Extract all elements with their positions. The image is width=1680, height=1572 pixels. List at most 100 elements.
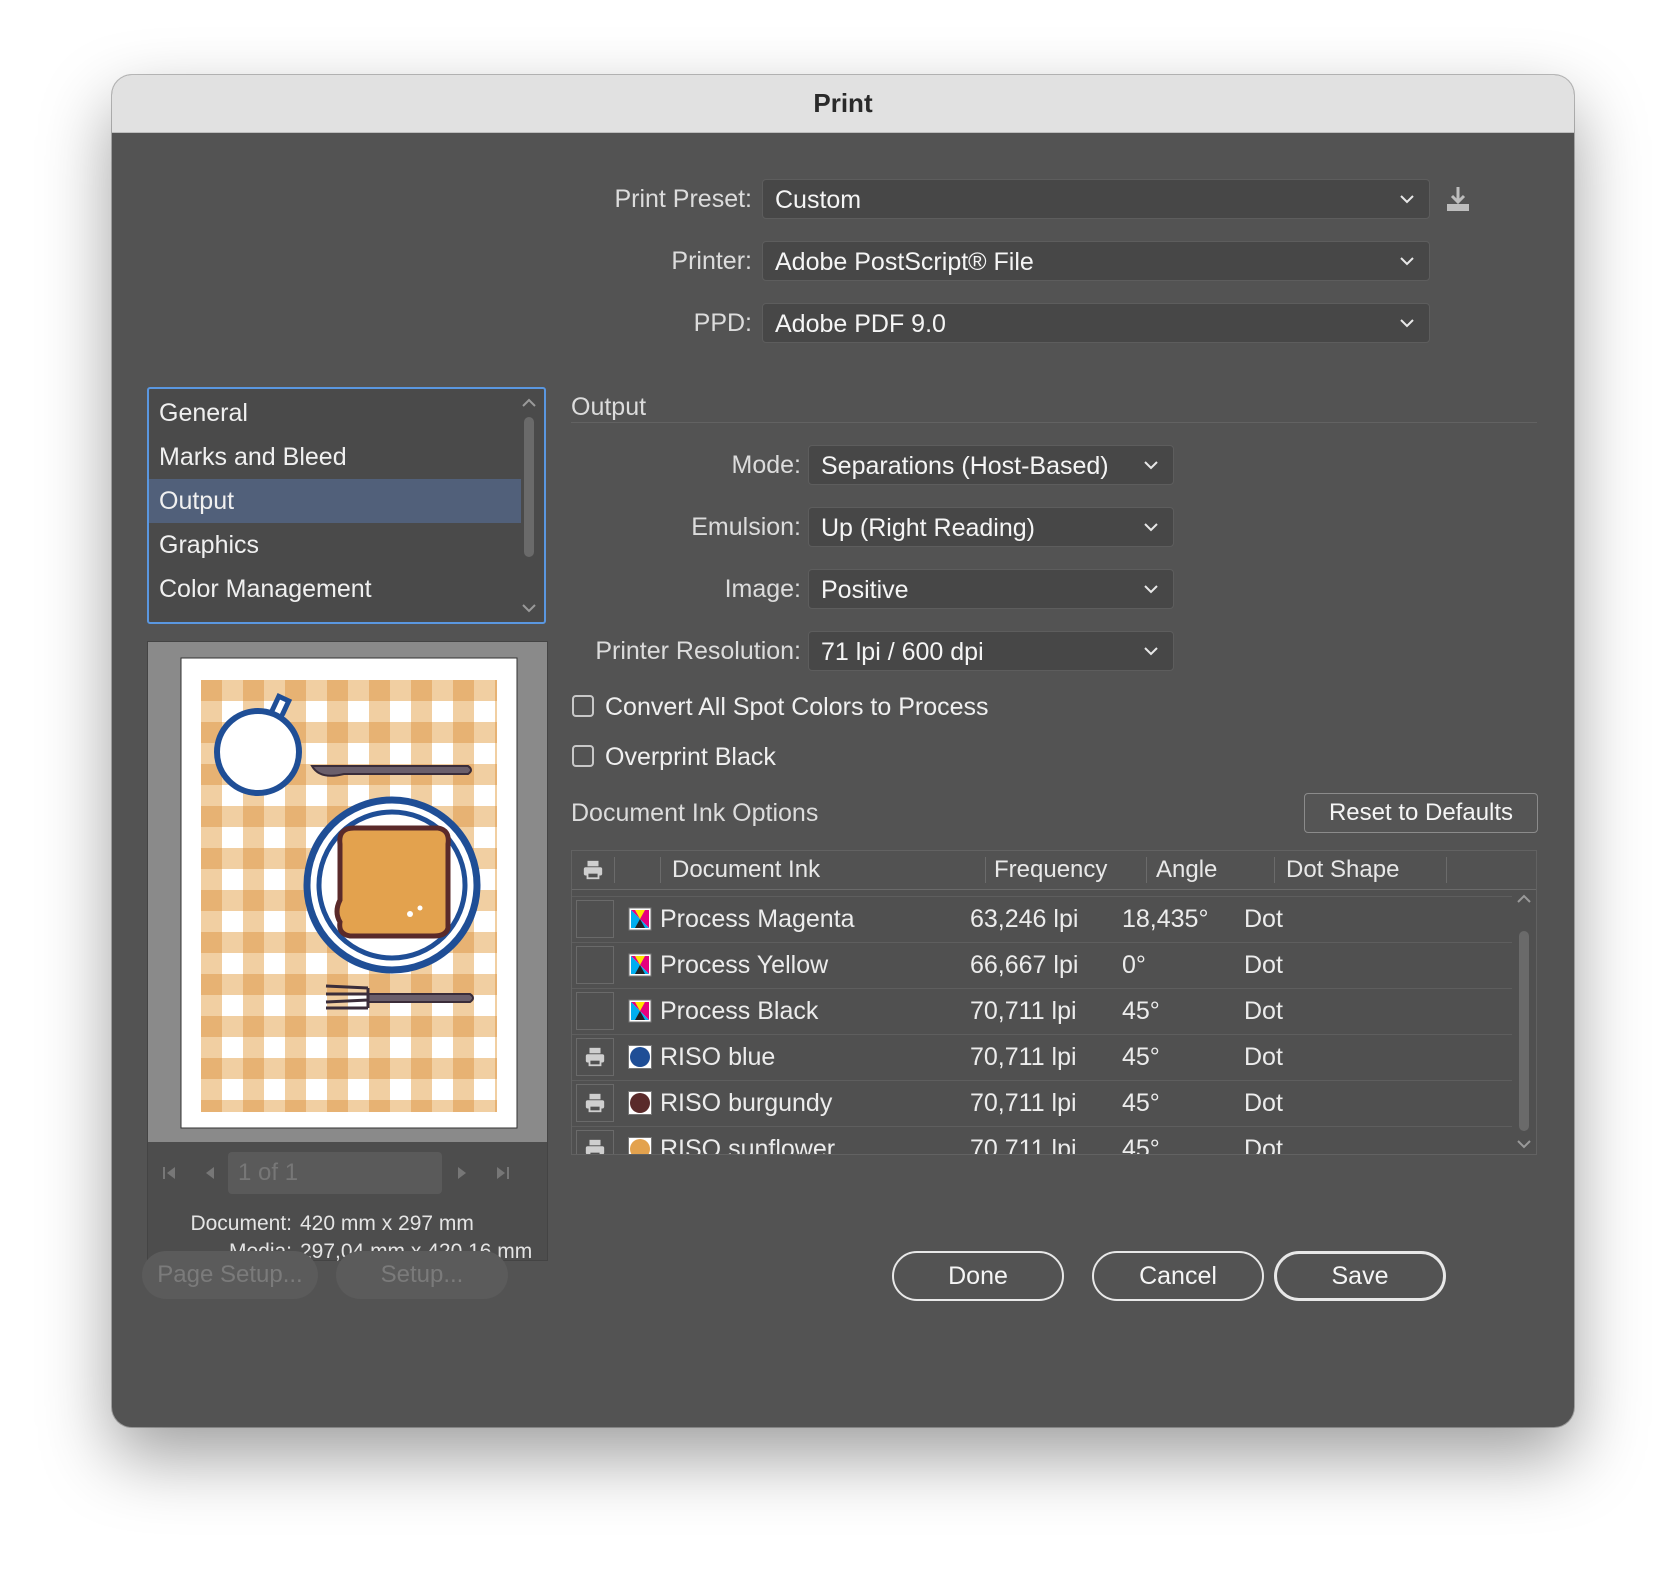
column-header-dot-shape[interactable]: Dot Shape <box>1286 851 1399 889</box>
column-header-frequency[interactable]: Frequency <box>994 851 1107 889</box>
emulsion-value: Up (Right Reading) <box>821 514 1035 542</box>
printer-value: Adobe PostScript® File <box>775 248 1034 276</box>
image-dropdown[interactable]: Positive <box>808 569 1174 609</box>
print-toggle[interactable] <box>576 992 614 1030</box>
ink-swatch <box>628 1045 652 1069</box>
next-page-icon[interactable] <box>452 1163 472 1183</box>
first-page-icon[interactable] <box>160 1163 180 1183</box>
column-divider <box>614 857 615 883</box>
table-row[interactable]: RISO blue 70,711 lpi 45° Dot <box>572 1034 1512 1081</box>
print-toggle[interactable] <box>576 1038 614 1076</box>
output-section-title: Output <box>571 393 647 421</box>
printer-resolution-value: 71 lpi / 600 dpi <box>821 638 984 666</box>
ink-dot-shape[interactable]: Dot <box>1244 988 1283 1034</box>
print-preview-panel: 1 of 1 Document: 420 mm x 297 mm Media: … <box>147 641 548 1263</box>
ink-frequency[interactable]: 63,246 lpi <box>970 896 1078 942</box>
ink-frequency[interactable]: 70,711 lpi <box>970 1034 1077 1080</box>
window-title: Print <box>112 75 1574 133</box>
printer-icon <box>585 1093 605 1113</box>
ppd-dropdown[interactable]: Adobe PDF 9.0 <box>762 303 1430 343</box>
column-divider <box>1274 857 1275 883</box>
sidebar-item-general[interactable]: General <box>149 391 521 435</box>
printer-icon <box>585 1139 605 1154</box>
printer-label: Printer: <box>671 247 752 275</box>
ink-angle[interactable]: 45° <box>1122 1080 1160 1126</box>
column-divider <box>1146 857 1147 883</box>
ink-angle[interactable]: 45° <box>1122 1126 1160 1154</box>
column-header-document-ink[interactable]: Document Ink <box>672 851 820 889</box>
chevron-down-icon <box>1397 242 1417 280</box>
printer-resolution-dropdown[interactable]: 71 lpi / 600 dpi <box>808 631 1174 671</box>
ppd-label: PPD: <box>693 309 752 337</box>
chevron-down-icon <box>1141 632 1161 670</box>
column-header-angle[interactable]: Angle <box>1156 851 1217 889</box>
ink-table-scrollbar[interactable] <box>1514 891 1534 1153</box>
printer-icon <box>583 860 603 880</box>
ink-frequency[interactable]: 70,711 lpi <box>970 1080 1077 1126</box>
image-value: Positive <box>821 576 909 604</box>
ink-table: Document Ink Frequency Angle Dot Shape P… <box>571 850 1537 1155</box>
convert-spot-colors-checkbox[interactable] <box>572 695 594 717</box>
print-toggle[interactable] <box>576 1130 614 1154</box>
category-scrollbar[interactable] <box>518 393 540 618</box>
ink-table-header: Document Ink Frequency Angle Dot Shape <box>572 851 1536 890</box>
table-row[interactable]: Process Black 70,711 lpi 45° Dot <box>572 988 1512 1035</box>
document-size-label: Document: <box>190 1212 292 1235</box>
image-label: Image: <box>724 575 801 603</box>
sidebar-item-output[interactable]: Output <box>149 479 521 523</box>
ink-frequency[interactable]: 70,711 lpi <box>970 988 1077 1034</box>
column-divider <box>985 857 986 883</box>
table-row[interactable]: RISO sunflower 70,711 lpi 45° Dot <box>572 1126 1512 1154</box>
ink-dot-shape[interactable]: Dot <box>1244 1080 1283 1126</box>
emulsion-dropdown[interactable]: Up (Right Reading) <box>808 507 1174 547</box>
preview-area <box>148 642 547 1142</box>
table-row[interactable]: Process Yellow 66,667 lpi 0° Dot <box>572 942 1512 989</box>
last-page-icon[interactable] <box>492 1163 512 1183</box>
chevron-down-icon <box>1397 304 1417 342</box>
table-row[interactable]: Process Magenta 63,246 lpi 18,435° Dot <box>572 896 1512 943</box>
print-toggle[interactable] <box>576 900 614 938</box>
process-icon <box>628 907 652 931</box>
sidebar-item-graphics[interactable]: Graphics <box>149 523 521 567</box>
save-preset-icon[interactable] <box>1442 183 1474 215</box>
sidebar-item-color-management[interactable]: Color Management <box>149 567 521 611</box>
cancel-button[interactable]: Cancel <box>1092 1251 1264 1301</box>
ink-dot-shape[interactable]: Dot <box>1244 942 1283 988</box>
ink-dot-shape[interactable]: Dot <box>1244 1126 1283 1154</box>
print-preset-label: Print Preset: <box>614 185 752 213</box>
convert-spot-colors-label[interactable]: Convert All Spot Colors to Process <box>605 693 989 722</box>
previous-page-icon[interactable] <box>200 1163 220 1183</box>
reset-to-defaults-button[interactable]: Reset to Defaults <box>1304 793 1538 833</box>
sidebar-item-marks-and-bleed[interactable]: Marks and Bleed <box>149 435 521 479</box>
mode-dropdown[interactable]: Separations (Host-Based) <box>808 445 1174 485</box>
print-toggle[interactable] <box>576 946 614 984</box>
ink-angle[interactable]: 18,435° <box>1122 896 1208 942</box>
table-row[interactable]: RISO burgundy 70,711 lpi 45° Dot <box>572 1080 1512 1127</box>
category-list[interactable]: General Marks and Bleed Output Graphics … <box>147 387 546 624</box>
ink-frequency[interactable]: 70,711 lpi <box>970 1126 1077 1154</box>
ink-name: Process Black <box>660 997 819 1025</box>
overprint-black-checkbox[interactable] <box>572 745 594 767</box>
ink-angle[interactable]: 45° <box>1122 988 1160 1034</box>
column-divider <box>1446 857 1447 883</box>
setup-button[interactable]: Setup... <box>336 1251 508 1299</box>
done-button[interactable]: Done <box>892 1251 1064 1301</box>
printer-dropdown[interactable]: Adobe PostScript® File <box>762 241 1430 281</box>
ink-name: RISO blue <box>660 1043 776 1071</box>
ink-angle[interactable]: 45° <box>1122 1034 1160 1080</box>
ink-dot-shape[interactable]: Dot <box>1244 1034 1283 1080</box>
ink-frequency[interactable]: 66,667 lpi <box>970 942 1078 988</box>
process-icon <box>628 953 652 977</box>
ink-dot-shape[interactable]: Dot <box>1244 896 1283 942</box>
print-preset-dropdown[interactable]: Custom <box>762 179 1430 219</box>
page-setup-button[interactable]: Page Setup... <box>142 1251 318 1299</box>
print-toggle[interactable] <box>576 1084 614 1122</box>
ink-swatch <box>628 1091 652 1115</box>
ink-angle[interactable]: 0° <box>1122 942 1146 988</box>
chevron-down-icon <box>1141 570 1161 608</box>
page-indicator-field[interactable]: 1 of 1 <box>228 1152 442 1194</box>
overprint-black-label[interactable]: Overprint Black <box>605 743 776 772</box>
chevron-down-icon <box>1397 180 1417 218</box>
mode-label: Mode: <box>731 451 801 479</box>
save-button[interactable]: Save <box>1274 1251 1446 1301</box>
